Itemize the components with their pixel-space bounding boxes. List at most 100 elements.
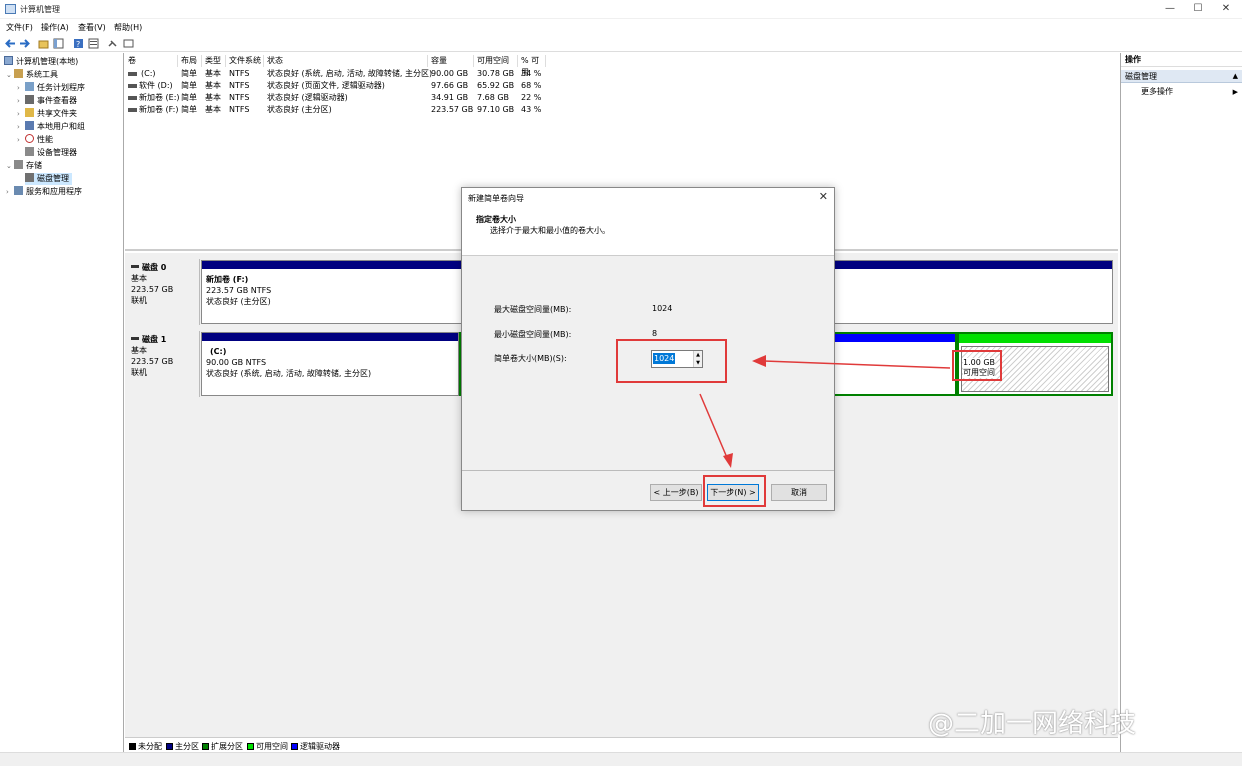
disk-icon [131,337,139,340]
disk-0-size: 223.57 GB [131,285,174,294]
free-space-bar [959,334,1111,343]
forward-arrow-icon[interactable] [19,38,30,49]
cell-capacity: 34.91 GB [431,93,469,102]
actions-more[interactable]: 更多操作 ▶ [1141,86,1242,98]
event-log-icon [25,95,34,104]
chevron-down-icon[interactable]: ⌄ [6,69,14,81]
tree-storage[interactable]: ⌄ 存储 [6,160,42,172]
properties-icon[interactable] [88,38,99,49]
cell-capacity: 223.57 GB [431,105,474,114]
performance-icon [25,134,34,143]
min-size-label: 最小磁盘空间量(MB): [494,330,572,339]
disk-1-type: 基本 [131,346,147,355]
cell-percent: 22 % [521,93,542,102]
cell-volume: (C:) [141,69,156,78]
partition-c-status: 状态良好 (系统, 启动, 活动, 故障转储, 主分区) [206,369,372,378]
dialog-heading: 指定卷大小 [476,215,516,224]
svg-text:?: ? [76,40,80,49]
dialog-close-button[interactable]: ✕ [819,190,828,203]
chevron-right-icon[interactable]: › [17,121,25,133]
cell-layout: 简单 [181,69,197,78]
tree-item-shared-folders[interactable]: › 共享文件夹 [17,108,77,120]
free-space-highlight [952,350,1002,381]
back-button[interactable]: < 上一步(B) [650,484,702,501]
disk-0-name: 磁盘 0 [131,262,193,273]
chevron-right-icon[interactable]: › [17,108,25,120]
partition-c-size: 90.00 GB NTFS [206,358,267,367]
menu-action[interactable]: 操作(A) [41,22,69,33]
tree-item-local-users[interactable]: › 本地用户和组 [17,121,85,133]
cancel-button[interactable]: 取消 [771,484,827,501]
maximize-button[interactable]: ☐ [1188,2,1208,16]
shared-folder-icon [25,108,34,117]
tree-item-event-viewer[interactable]: › 事件查看器 [17,95,77,107]
tree-services[interactable]: › 服务和应用程序 [6,186,82,198]
disk-icon [131,265,139,268]
max-size-value: 1024 [652,304,673,313]
settings-icon[interactable] [108,38,119,49]
tools-icon [14,69,23,78]
cell-free: 65.92 GB [477,81,515,90]
primary-partition-bar [202,333,458,341]
clock-icon [25,82,34,91]
cell-free: 7.68 GB [477,93,510,102]
back-arrow-icon[interactable] [5,38,16,49]
chevron-right-icon[interactable]: › [17,95,25,107]
view-icon[interactable] [123,38,134,49]
actions-header: 操作 [1121,53,1242,67]
column-header-free[interactable]: 可用空间 [474,55,518,67]
tree-item-device-manager[interactable]: 设备管理器 [25,147,77,159]
tree-item-performance[interactable]: › 性能 [17,134,53,146]
chevron-right-icon[interactable]: › [17,82,25,94]
cell-status: 状态良好 (页面文件, 逻辑驱动器) [267,81,385,90]
cell-status: 状态良好 (逻辑驱动器) [267,93,348,102]
minimize-button[interactable]: — [1160,2,1180,16]
disk-1-label[interactable]: 磁盘 1 基本 223.57 GB 联机 [125,331,200,397]
min-size-value: 8 [652,329,658,338]
title-bar: 计算机管理 — ☐ ✕ [0,0,1242,19]
cell-capacity: 90.00 GB [431,69,469,78]
device-manager-icon [25,147,34,156]
close-button[interactable]: ✕ [1216,2,1236,16]
cell-layout: 简单 [181,81,197,90]
help-icon[interactable]: ? [73,38,84,49]
column-header-percent-free[interactable]: % 可用 [518,55,546,77]
cell-type: 基本 [205,93,221,102]
tree-disk-management[interactable]: 磁盘管理 [25,173,72,185]
collapse-up-icon[interactable]: ▲ [1233,70,1238,83]
cell-free: 97.10 GB [477,105,515,114]
console-tree-icon[interactable] [53,38,64,49]
column-header-layout[interactable]: 布局 [178,55,202,67]
tree-item-task-scheduler[interactable]: › 任务计划程序 [17,82,85,94]
menu-file[interactable]: 文件(F) [6,22,33,33]
actions-section-disk-management[interactable]: 磁盘管理 ▲ [1121,70,1242,83]
size-input-highlight [616,339,727,383]
disk-0-label[interactable]: 磁盘 0 基本 223.57 GB 联机 [125,259,200,325]
legend-primary: 主分区 [166,741,199,752]
cell-volume: 新加卷 (E:) [139,93,180,102]
partition-c[interactable]: (C:) 90.00 GB NTFS 状态良好 (系统, 启动, 活动, 故障转… [201,332,459,396]
console-tree: 计算机管理(本地) ⌄ 系统工具 › 任务计划程序 › 事件查看器 › 共享文件夹 › 本… [0,53,124,766]
tree-root[interactable]: 计算机管理(本地) [4,56,78,68]
tree-system-tools[interactable]: ⌄ 系统工具 [6,69,58,81]
column-header-filesystem[interactable]: 文件系统 [226,55,264,67]
disk-1-name: 磁盘 1 [131,334,193,345]
storage-icon [14,160,23,169]
partition-c-name: (C:) [210,347,227,356]
window-title: 计算机管理 [20,5,60,14]
column-header-status[interactable]: 状态 [264,55,428,67]
column-header-volume[interactable]: 卷 [125,55,178,67]
users-icon [25,121,34,130]
menu-view[interactable]: 查看(V) [78,22,106,33]
up-folder-icon[interactable] [38,38,49,49]
menu-help[interactable]: 帮助(H) [114,22,142,33]
cell-volume: 软件 (D:) [139,81,173,90]
chevron-right-icon[interactable]: › [17,134,25,146]
chevron-right-icon[interactable]: › [6,186,14,198]
cell-filesystem: NTFS [229,93,250,102]
column-header-capacity[interactable]: 容量 [428,55,474,67]
column-header-type[interactable]: 类型 [202,55,226,67]
chevron-down-icon[interactable]: ⌄ [6,160,14,172]
drive-icon [128,84,137,88]
cell-free: 30.78 GB [477,69,515,78]
